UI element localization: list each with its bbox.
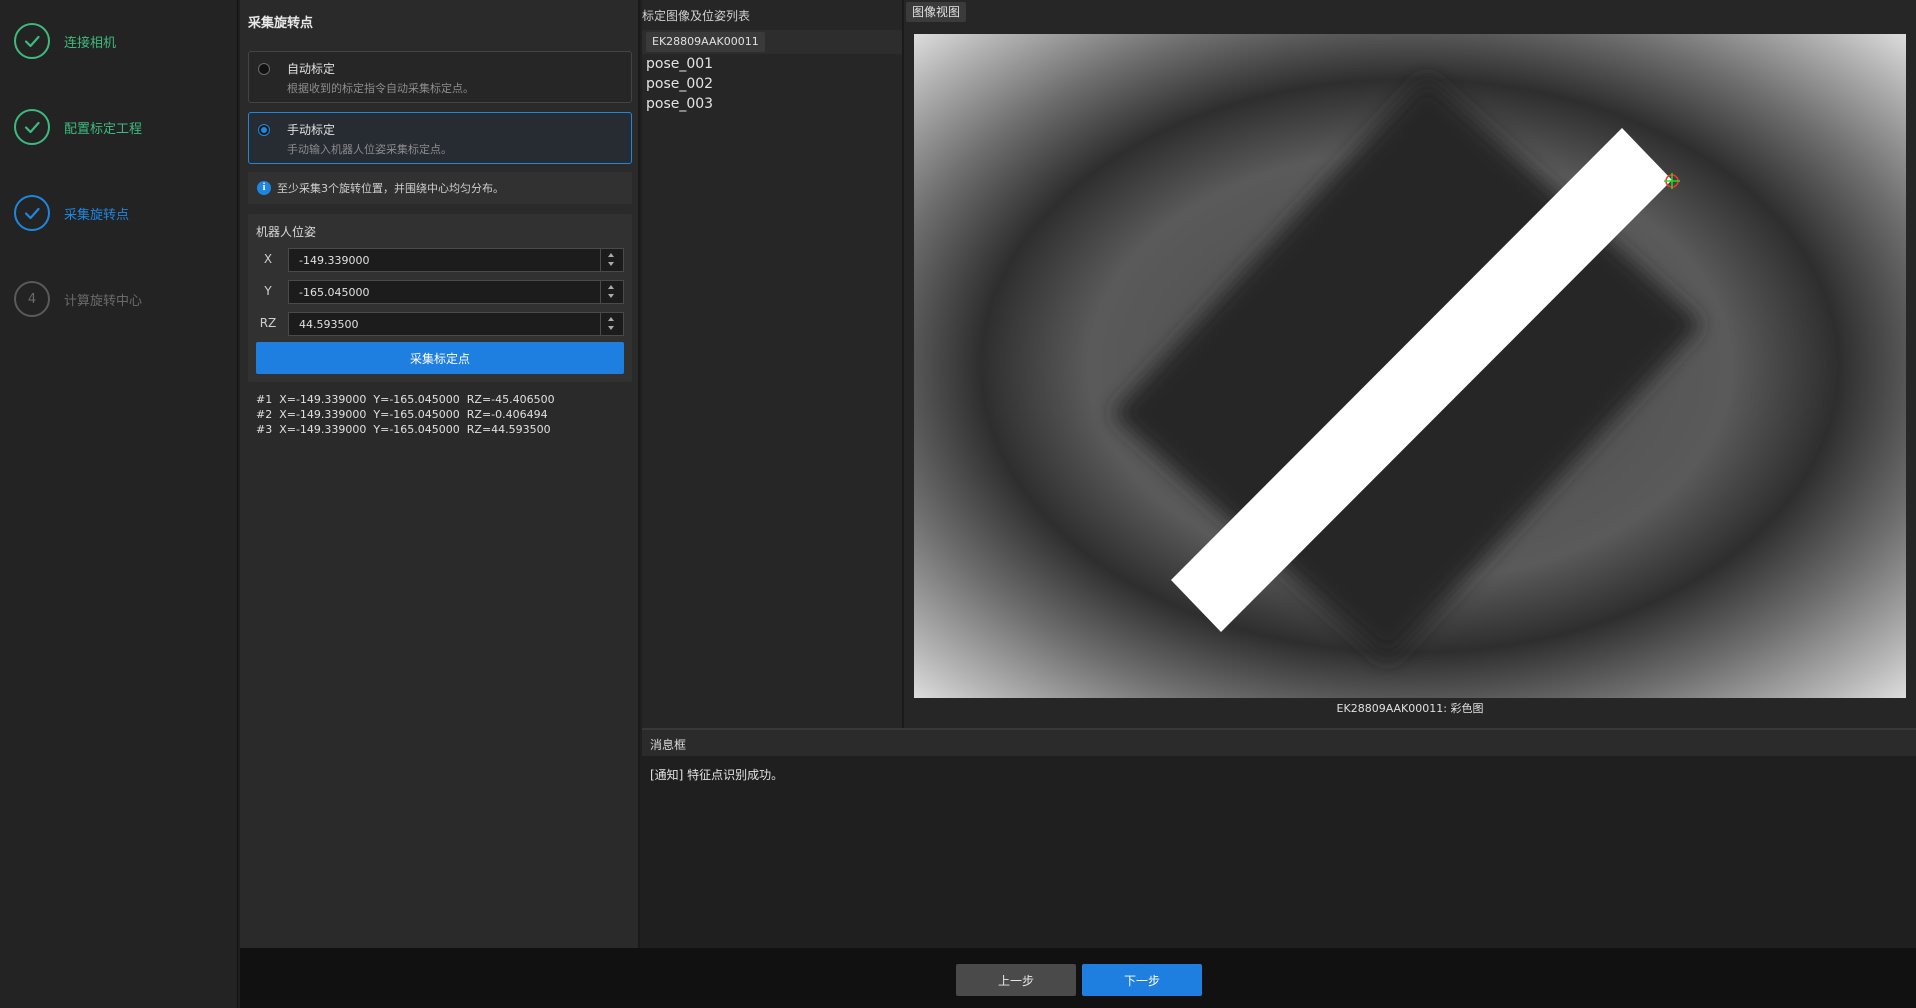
step-label: 计算旋转中心 bbox=[64, 293, 143, 309]
input-value: -149.339000 bbox=[299, 254, 370, 267]
step-compute-rotation-center[interactable]: 4 计算旋转中心 bbox=[14, 279, 142, 319]
radio-button[interactable] bbox=[258, 63, 270, 75]
step-configure-project[interactable]: 配置标定工程 bbox=[14, 107, 142, 147]
panel-title: 标定图像及位姿列表 bbox=[642, 9, 751, 23]
robot-pose-group: 机器人位姿 X -149.339000 Y -165.045000 RZ 44.… bbox=[248, 214, 632, 382]
field-label: X bbox=[263, 252, 273, 266]
list-item[interactable]: pose_002 bbox=[646, 76, 713, 92]
option-title: 手动标定 bbox=[287, 123, 336, 137]
step-label: 连接相机 bbox=[64, 35, 117, 51]
pose-x-row: X -149.339000 bbox=[256, 248, 624, 272]
pose-rz-input[interactable]: 44.593500 bbox=[288, 312, 624, 336]
info-icon: i bbox=[257, 181, 271, 195]
capture-point-button[interactable]: 采集标定点 bbox=[256, 342, 624, 374]
group-title: 机器人位姿 bbox=[256, 225, 317, 239]
list-item[interactable]: pose_001 bbox=[646, 56, 713, 72]
spin-buttons[interactable] bbox=[600, 313, 623, 335]
auto-calibration-option[interactable]: 自动标定 根据收到的标定指令自动采集标定点。 bbox=[248, 51, 632, 103]
pose-rz-row: RZ 44.593500 bbox=[256, 312, 624, 336]
list-item: #1 X=-149.339000 Y=-165.045000 RZ=-45.40… bbox=[256, 393, 555, 406]
list-item[interactable]: pose_003 bbox=[646, 96, 713, 112]
pose-x-input[interactable]: -149.339000 bbox=[288, 248, 624, 272]
list-item: #3 X=-149.339000 Y=-165.045000 RZ=44.593… bbox=[256, 423, 551, 436]
hint-banner: i 至少采集3个旋转位置，并围绕中心均匀分布。 bbox=[248, 172, 632, 204]
arrow-down-icon[interactable] bbox=[608, 326, 614, 330]
panel-title: 采集旋转点 bbox=[248, 16, 314, 31]
input-value: 44.593500 bbox=[299, 318, 359, 331]
camera-node[interactable]: EK28809AAK00011 bbox=[646, 32, 765, 52]
arrow-down-icon[interactable] bbox=[608, 262, 614, 266]
step-collect-rotation-points[interactable]: 采集旋转点 bbox=[14, 193, 129, 233]
check-icon bbox=[14, 195, 50, 231]
config-panel: 采集旋转点 自动标定 根据收到的标定指令自动采集标定点。 手动标定 手动输入机器… bbox=[240, 0, 640, 948]
arrow-up-icon[interactable] bbox=[608, 253, 614, 257]
pose-y-row: Y -165.045000 bbox=[256, 280, 624, 304]
field-label: RZ bbox=[259, 316, 277, 330]
next-step-button[interactable]: 下一步 bbox=[1082, 964, 1202, 996]
pose-y-input[interactable]: -165.045000 bbox=[288, 280, 624, 304]
field-label: Y bbox=[264, 284, 272, 298]
arrow-up-icon[interactable] bbox=[608, 285, 614, 289]
option-description: 根据收到的标定指令自动采集标定点。 bbox=[287, 82, 474, 95]
hint-text: 至少采集3个旋转位置，并围绕中心均匀分布。 bbox=[277, 182, 504, 195]
image-pose-list-panel: 标定图像及位姿列表 EK28809AAK00011 pose_001 pose_… bbox=[642, 0, 904, 728]
step-label: 配置标定工程 bbox=[64, 121, 143, 137]
message-line: [通知] 特征点识别成功。 bbox=[650, 768, 784, 782]
image-view-panel: 图像视图 EK28809AAK00011: 彩色图 bbox=[904, 0, 1916, 728]
step-number: 4 bbox=[14, 281, 50, 317]
check-icon bbox=[14, 109, 50, 145]
step-label: 采集旋转点 bbox=[64, 207, 130, 223]
previous-step-button[interactable]: 上一步 bbox=[956, 964, 1076, 996]
message-panel: 消息框 [通知] 特征点识别成功。 bbox=[642, 728, 1916, 948]
arrow-up-icon[interactable] bbox=[608, 317, 614, 321]
radio-button[interactable] bbox=[258, 124, 270, 136]
manual-calibration-option[interactable]: 手动标定 手动输入机器人位姿采集标定点。 bbox=[248, 112, 632, 164]
option-title: 自动标定 bbox=[287, 62, 336, 76]
message-header: 消息框 bbox=[642, 730, 1916, 756]
list-header: EK28809AAK00011 bbox=[642, 30, 902, 54]
spin-buttons[interactable] bbox=[600, 249, 623, 271]
tab-image-view[interactable]: 图像视图 bbox=[906, 2, 967, 22]
option-description: 手动输入机器人位姿采集标定点。 bbox=[287, 143, 452, 156]
check-icon bbox=[14, 23, 50, 59]
step-connect-camera[interactable]: 连接相机 bbox=[14, 21, 116, 61]
camera-image[interactable] bbox=[914, 34, 1906, 698]
footer-bar: 上一步 下一步 bbox=[240, 948, 1916, 1008]
step-navigator: 连接相机 配置标定工程 采集旋转点 4 计算旋转中心 bbox=[0, 0, 238, 1008]
spin-buttons[interactable] bbox=[600, 281, 623, 303]
image-caption: EK28809AAK00011: 彩色图 bbox=[1336, 702, 1484, 715]
input-value: -165.045000 bbox=[299, 286, 370, 299]
arrow-down-icon[interactable] bbox=[608, 294, 614, 298]
panel-title: 消息框 bbox=[650, 738, 687, 752]
list-item: #2 X=-149.339000 Y=-165.045000 RZ=-0.406… bbox=[256, 408, 548, 421]
captured-points-list: #1 X=-149.339000 Y=-165.045000 RZ=-45.40… bbox=[256, 392, 555, 437]
